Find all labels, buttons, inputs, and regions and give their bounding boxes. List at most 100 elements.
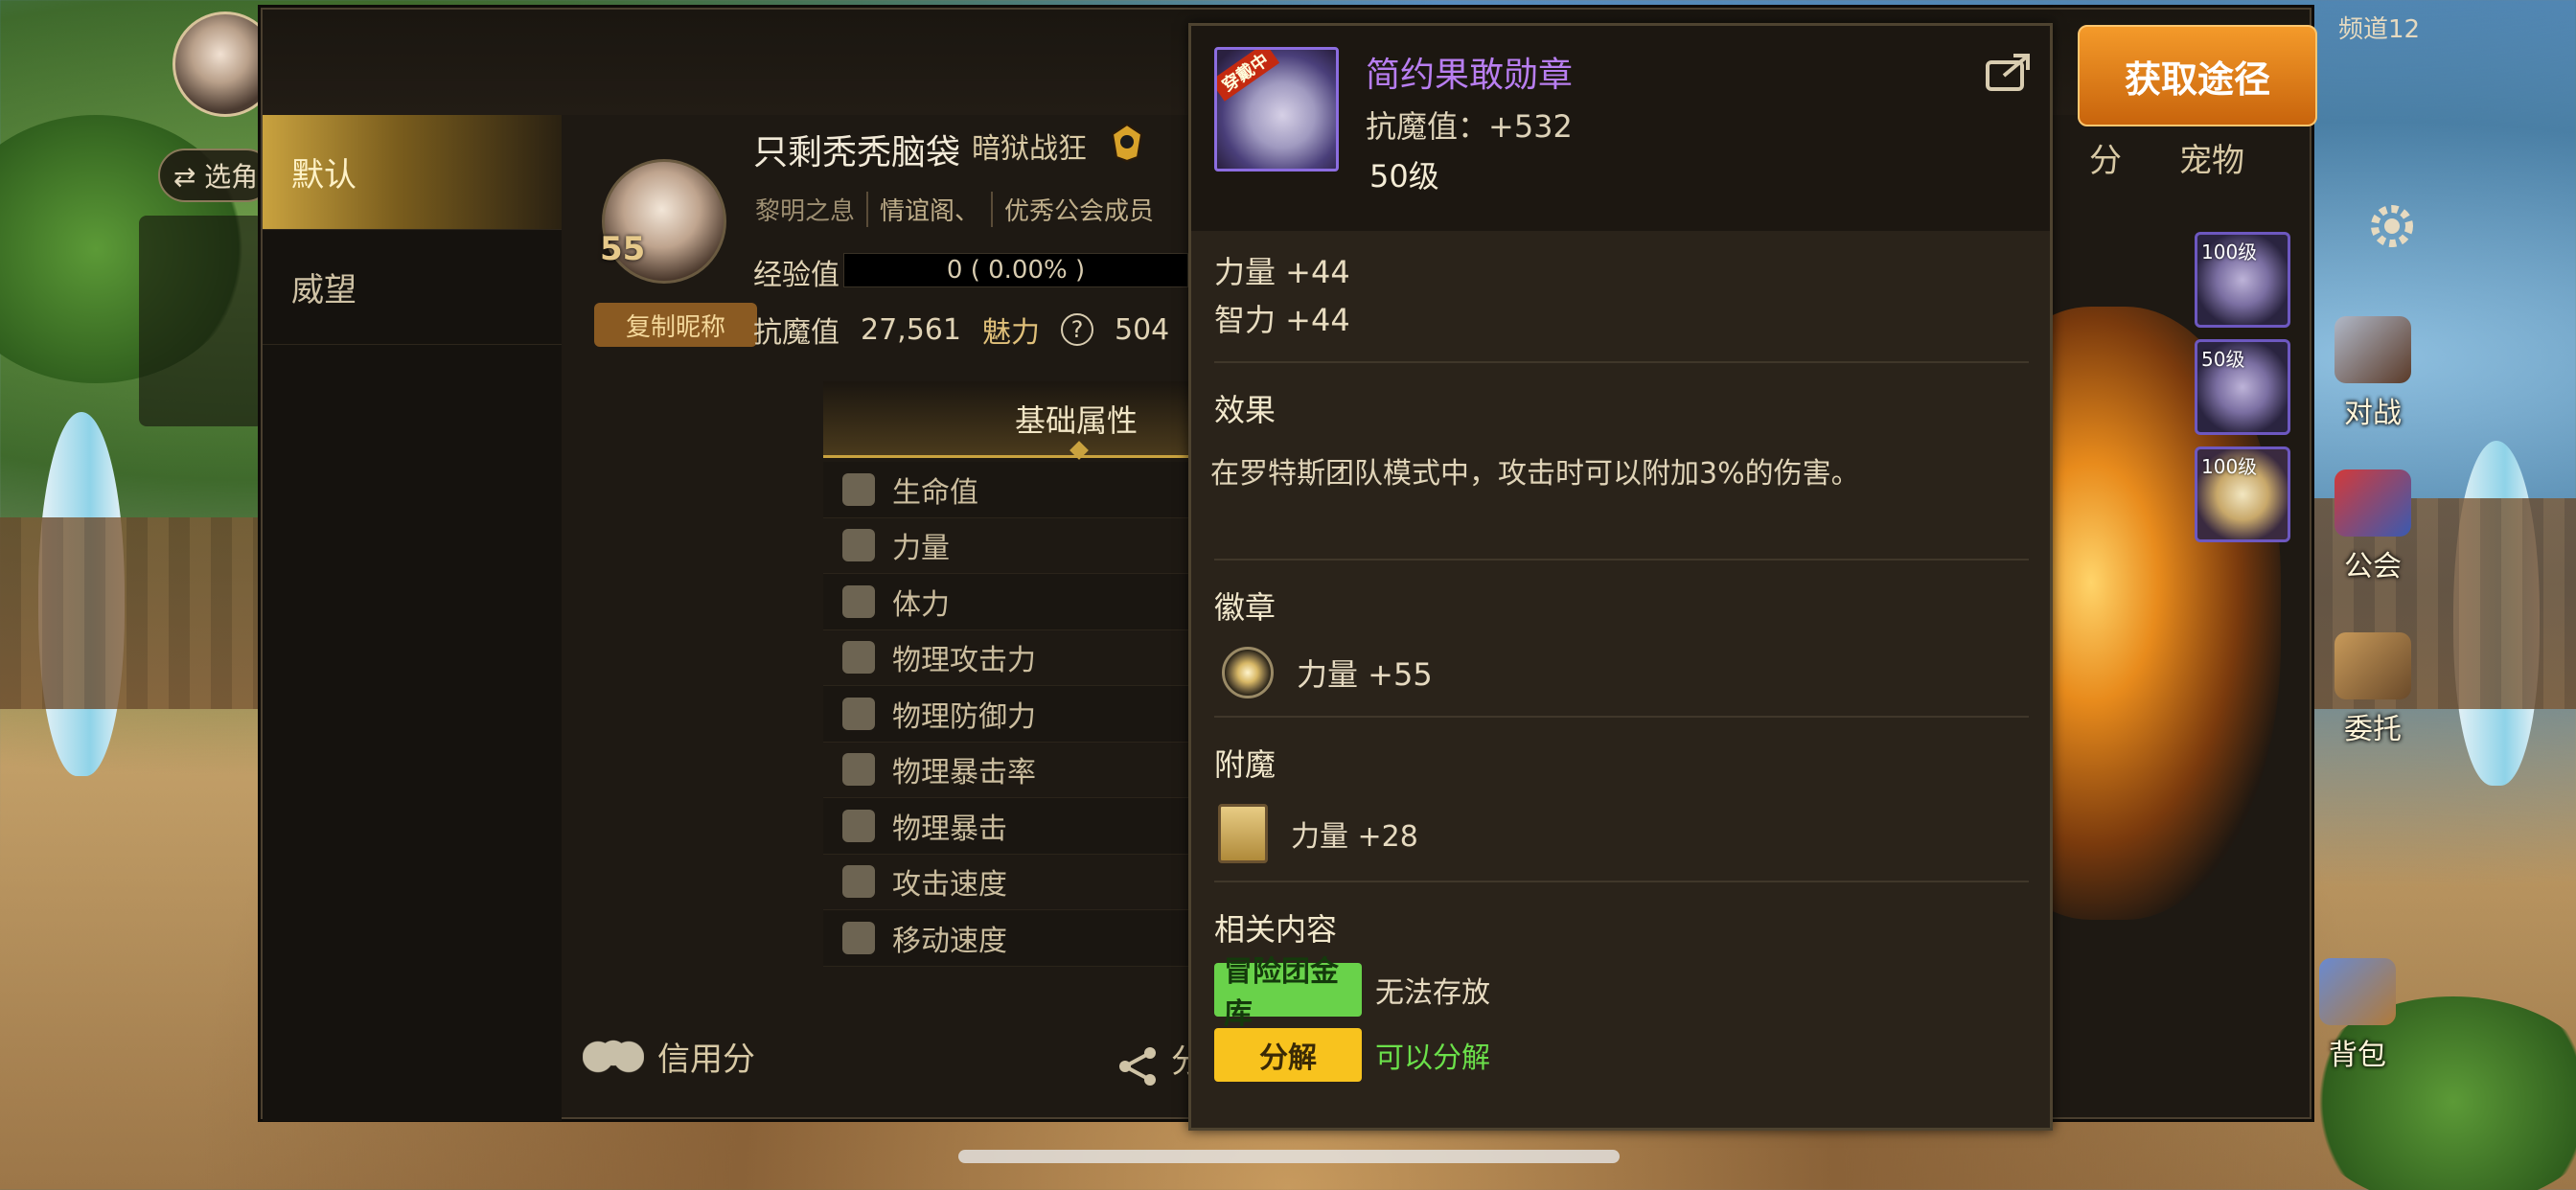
level-badge: 55: [600, 230, 646, 268]
divider: [1214, 881, 2029, 882]
character-name: 只剩秃秃脑袋: [753, 133, 961, 172]
tooltip-header: 穿戴中 简约果敢勋章 抗魔值：+532 50级: [1191, 26, 2050, 231]
enchant-title: 附魔: [1214, 746, 1276, 783]
boot-icon: [842, 921, 875, 954]
exp-value: 0 ( 0.00% ): [946, 256, 1086, 285]
effect-title: 效果: [1214, 392, 1276, 428]
menu-label: 背包: [2329, 1039, 2386, 1072]
backpack-icon: [2319, 958, 2396, 1025]
attribute-label: 移动速度: [892, 924, 1007, 958]
exp-bar: 0 ( 0.00% ): [843, 253, 1188, 287]
tab-prestige[interactable]: 威望: [263, 230, 562, 345]
tab-label: 默认: [291, 156, 356, 195]
attribute-label: 力量: [892, 532, 950, 566]
item-resist: 抗魔值：+532: [1366, 108, 1573, 145]
tab-label: 基础属性: [1015, 402, 1138, 439]
enchant-row: 力量 +28: [1218, 804, 2029, 863]
vault-tag[interactable]: 冒险团金库: [1214, 955, 1362, 1031]
get-path-label: 获取途径: [2124, 57, 2270, 101]
attribute-label: 攻击速度: [892, 868, 1007, 903]
menu-guild[interactable]: 公会: [2315, 469, 2430, 584]
copy-nickname-label: 复制昵称: [625, 312, 725, 342]
equipment-slots: 100级 50级 100级: [2195, 232, 2290, 554]
tab-default[interactable]: 默认: [263, 115, 562, 230]
shield-icon: [842, 697, 875, 730]
menu-label: 公会: [2344, 550, 2402, 584]
export-icon[interactable]: [1985, 51, 2033, 93]
enchant-card-icon: [1218, 804, 1268, 863]
tab-indicator: [1070, 441, 1089, 460]
divider: [1214, 559, 2029, 561]
equipment-slot[interactable]: 50级: [2195, 339, 2290, 435]
help-icon[interactable]: ?: [1060, 313, 1093, 346]
tab-pet[interactable]: 宠物: [2179, 134, 2244, 181]
attribute-label: 生命值: [892, 475, 978, 510]
credit-label: 信用分: [657, 1041, 755, 1079]
tab-label: 威望: [291, 271, 356, 309]
heart-icon: [842, 472, 875, 506]
switch-character-label: ⇄ 选角: [172, 161, 259, 193]
menu-bag[interactable]: 背包: [2300, 958, 2415, 1072]
guild-tags: 黎明之息 情谊阁、 优秀公会成员: [755, 192, 1165, 227]
emblem-icon: [1222, 647, 1274, 698]
crosshair-icon: [842, 753, 875, 787]
tab-score[interactable]: 分: [2089, 134, 2122, 181]
panel-tabs: 默认 威望: [263, 115, 562, 1121]
share-icon[interactable]: [1116, 1044, 1160, 1088]
exp-label: 经验值: [753, 259, 840, 292]
related-title: 相关内容: [1214, 911, 1338, 948]
emblem-stat: 力量 +55: [1297, 656, 1433, 693]
slot-level: 100级: [2201, 455, 2258, 478]
attribute-label: 物理暴击: [892, 812, 1007, 846]
menu-label: 委托: [2344, 713, 2402, 746]
credit-score-button[interactable]: 信用分: [583, 1033, 755, 1080]
channel-indicator[interactable]: 频道12: [2338, 10, 2420, 45]
wings-icon: [842, 865, 875, 899]
vault-status: 无法存放: [1375, 976, 1490, 1010]
decompose-status: 可以分解: [1375, 1041, 1490, 1075]
resist-charm-line: 抗魔值 27,561 魅力 ? 504: [753, 309, 1169, 351]
tooltip-body: 力量 +44 智力 +44 效果 在罗特斯团队模式中，攻击时可以附加3%的伤害。…: [1210, 248, 2029, 1082]
copy-nickname-button[interactable]: 复制昵称: [594, 303, 757, 347]
fist-icon: [842, 529, 875, 562]
equipped-ribbon: 穿戴中: [1217, 50, 1280, 102]
item-stat: 力量 +44: [1214, 254, 1350, 290]
sword-icon: [842, 641, 875, 675]
item-level: 50级: [1369, 158, 1439, 195]
charm-label: 魅力: [981, 316, 1040, 350]
quest-tracker[interactable]: [139, 216, 264, 426]
crosshair-icon: [842, 809, 875, 842]
guild-icon: [2334, 469, 2411, 537]
equipment-slot[interactable]: 100级: [2195, 446, 2290, 542]
wooden-deck: [0, 517, 261, 709]
get-path-button[interactable]: 获取途径: [2078, 25, 2317, 126]
charm-value: 504: [1114, 312, 1170, 347]
slot-level: 100级: [2201, 240, 2258, 263]
equipment-slot[interactable]: 100级: [2195, 232, 2290, 328]
guild-tag: 优秀公会成员: [1004, 197, 1155, 226]
emblem-title: 徽章: [1214, 589, 1276, 626]
attribute-label: 体力: [892, 587, 950, 622]
gear-icon[interactable]: [2363, 197, 2421, 255]
menu-battle[interactable]: 对战: [2315, 316, 2430, 430]
home-indicator: [958, 1150, 1620, 1163]
slot-level: 50级: [2201, 348, 2245, 371]
attribute-label: 物理防御力: [892, 699, 1036, 734]
swords-icon: [2334, 316, 2411, 383]
guild-tag: 黎明之息: [755, 192, 869, 227]
menu-label: 对战: [2344, 397, 2402, 430]
attribute-label: 物理攻击力: [892, 644, 1036, 678]
character-class: 暗狱战狂: [972, 132, 1087, 166]
item-tooltip: 穿戴中 简约果敢勋章 抗魔值：+532 50级 力量 +44 智力 +44 效果…: [1188, 23, 2053, 1131]
effect-description: 在罗特斯团队模式中，攻击时可以附加3%的伤害。: [1210, 457, 1860, 491]
decompose-button[interactable]: 分解: [1214, 1028, 1362, 1082]
attribute-label: 物理暴击率: [892, 756, 1036, 790]
menu-commission[interactable]: 委托: [2315, 632, 2430, 746]
enchant-stat: 力量 +28: [1291, 820, 1418, 854]
people-icon: [583, 1037, 644, 1076]
decompose-row: 分解 可以分解: [1214, 1028, 2029, 1082]
switch-character-button[interactable]: ⇄ 选角: [158, 149, 273, 202]
class-emblem-icon: [1111, 123, 1143, 163]
commission-icon: [2334, 632, 2411, 699]
resist-value: 27,561: [861, 312, 961, 347]
